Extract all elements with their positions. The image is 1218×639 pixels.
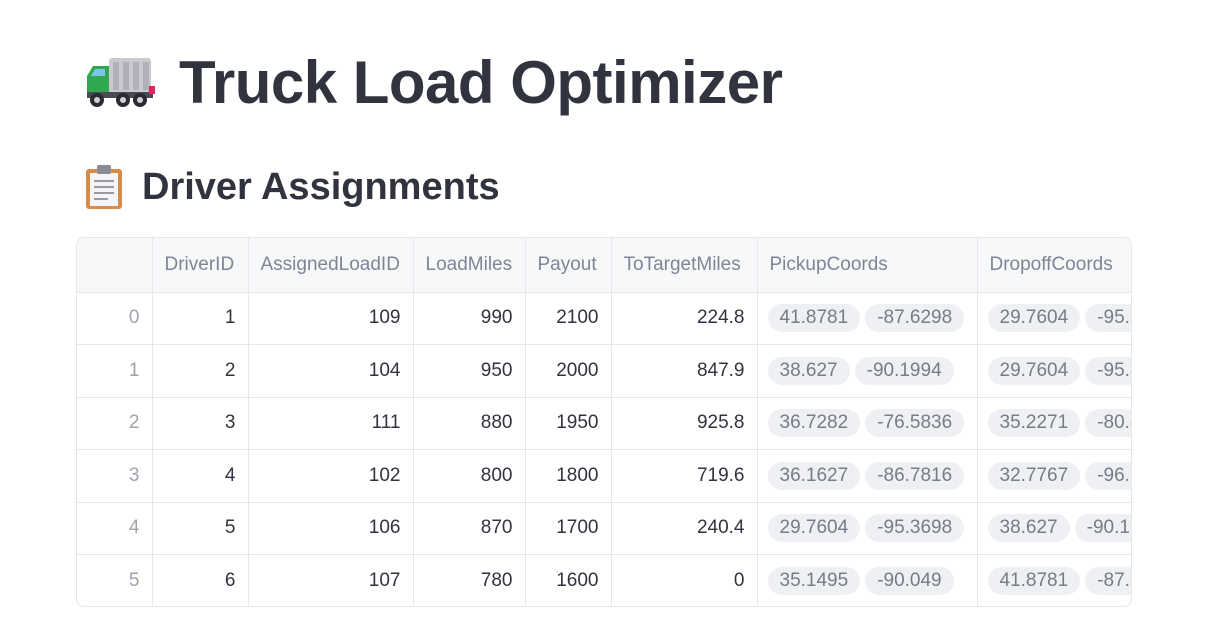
cell-pickupcoords[interactable]: 38.627 -90.1994 bbox=[757, 344, 978, 398]
clipboard-icon bbox=[86, 165, 122, 209]
subtitle-row: Driver Assignments bbox=[84, 162, 500, 212]
coord-chip: -90.049 bbox=[865, 567, 954, 595]
cell-totargetmiles[interactable]: 847.9 bbox=[611, 344, 758, 398]
table-header-row: DriverID AssignedLoadID LoadMiles Payout… bbox=[77, 238, 1131, 293]
cell-dropoffcoords[interactable]: 32.7767-96.797 bbox=[977, 449, 1131, 503]
section-heading: Driver Assignments bbox=[142, 165, 500, 208]
cell-loadmiles[interactable]: 990 bbox=[413, 292, 526, 345]
cell-driverid[interactable]: 1 bbox=[152, 292, 249, 345]
coord-chip: -76.5836 bbox=[865, 409, 965, 438]
delivery-truck-icon bbox=[87, 58, 155, 107]
coord-chip: 38.627 bbox=[767, 356, 850, 385]
cell-totargetmiles[interactable]: 240.4 bbox=[611, 502, 758, 555]
title-row: Truck Load Optimizer bbox=[85, 46, 783, 118]
cell-totargetmiles[interactable]: 719.6 bbox=[611, 449, 758, 503]
cell-payout[interactable]: 2100 bbox=[525, 292, 612, 345]
cell-dropoffcoords[interactable]: 29.7604-95.3698 bbox=[977, 344, 1131, 398]
cell-pickupcoords[interactable]: 35.1495 -90.049 bbox=[757, 554, 978, 606]
column-header-pickupcoords[interactable]: PickupCoords bbox=[757, 238, 978, 293]
coord-chip: -90.1994 bbox=[854, 356, 954, 385]
page-title: Truck Load Optimizer bbox=[179, 48, 783, 116]
cell-loadmiles[interactable]: 880 bbox=[413, 397, 526, 450]
cell-loadmiles[interactable]: 950 bbox=[413, 344, 526, 398]
table-row[interactable]: 0 1 109 990 2100 224.8 41.8781 -87.6298 2… bbox=[77, 292, 1131, 345]
cell-payout[interactable]: 1700 bbox=[525, 502, 612, 555]
cell-pickupcoords[interactable]: 36.1627 -86.7816 bbox=[757, 449, 978, 503]
cell-totargetmiles[interactable]: 0 bbox=[611, 554, 758, 606]
coord-chip: -96.797 bbox=[1085, 461, 1131, 490]
cell-pickupcoords[interactable]: 29.7604 -95.3698 bbox=[757, 502, 978, 555]
coord-chip: 41.8781 bbox=[987, 567, 1081, 595]
cell-assignedloadid[interactable]: 102 bbox=[248, 449, 414, 503]
table-row[interactable]: 2 3 111 880 1950 925.8 36.7282 -76.5836 3… bbox=[77, 397, 1131, 450]
cell-loadmiles[interactable]: 780 bbox=[413, 554, 526, 606]
app-page: Truck Load Optimizer Driver Assignments bbox=[0, 0, 1218, 639]
cell-payout[interactable]: 1600 bbox=[525, 554, 612, 606]
cell-driverid[interactable]: 4 bbox=[152, 449, 249, 503]
data-table[interactable]: DriverID AssignedLoadID LoadMiles Payout… bbox=[76, 237, 1132, 607]
coord-chip: 41.8781 bbox=[767, 304, 861, 333]
cell-payout[interactable]: 2000 bbox=[525, 344, 612, 398]
coord-chip: -95.3698 bbox=[1085, 356, 1131, 385]
coord-chip: -95.3698 bbox=[1085, 304, 1131, 333]
table-row[interactable]: 4 5 106 870 1700 240.4 29.7604 -95.3698 3… bbox=[77, 502, 1131, 555]
coord-chip: 29.7604 bbox=[987, 356, 1081, 385]
coord-chip: -87.6298 bbox=[865, 304, 965, 333]
cell-assignedloadid[interactable]: 106 bbox=[248, 502, 414, 555]
coord-chip: -95.3698 bbox=[865, 514, 965, 543]
row-index: 2 bbox=[77, 397, 153, 450]
row-index: 0 bbox=[77, 292, 153, 345]
table-row[interactable]: 1 2 104 950 2000 847.9 38.627 -90.1994 29… bbox=[77, 344, 1131, 398]
coord-chip: 38.627 bbox=[987, 514, 1070, 543]
cell-assignedloadid[interactable]: 111 bbox=[248, 397, 414, 450]
coord-chip: 35.2271 bbox=[987, 409, 1081, 438]
column-header-dropoffcoords[interactable]: DropoffCoords bbox=[977, 238, 1131, 293]
column-header-assignedloadid[interactable]: AssignedLoadID bbox=[248, 238, 414, 293]
cell-assignedloadid[interactable]: 109 bbox=[248, 292, 414, 345]
column-header-totargetmiles[interactable]: ToTargetMiles bbox=[611, 238, 758, 293]
coord-chip: 36.7282 bbox=[767, 409, 861, 438]
cell-payout[interactable]: 1800 bbox=[525, 449, 612, 503]
cell-driverid[interactable]: 2 bbox=[152, 344, 249, 398]
coord-chip: 32.7767 bbox=[987, 461, 1081, 490]
coord-chip: -87.6298 bbox=[1085, 567, 1131, 595]
coord-chip: 29.7604 bbox=[767, 514, 861, 543]
coord-chip: -80.8431 bbox=[1085, 409, 1131, 438]
coord-chip: -86.7816 bbox=[865, 461, 965, 490]
column-header-index bbox=[77, 238, 153, 293]
table-row[interactable]: 5 6 107 780 1600 0 35.1495 -90.049 41.878… bbox=[77, 554, 1131, 606]
cell-dropoffcoords[interactable]: 41.8781-87.6298 bbox=[977, 554, 1131, 606]
row-index: 3 bbox=[77, 449, 153, 503]
column-header-driverid[interactable]: DriverID bbox=[152, 238, 249, 293]
coord-chip: 36.1627 bbox=[767, 461, 861, 490]
cell-pickupcoords[interactable]: 41.8781 -87.6298 bbox=[757, 292, 978, 345]
row-index: 4 bbox=[77, 502, 153, 555]
cell-driverid[interactable]: 5 bbox=[152, 502, 249, 555]
cell-payout[interactable]: 1950 bbox=[525, 397, 612, 450]
column-header-loadmiles[interactable]: LoadMiles bbox=[413, 238, 526, 293]
coord-chip: -90.1994 bbox=[1074, 514, 1131, 543]
cell-totargetmiles[interactable]: 925.8 bbox=[611, 397, 758, 450]
column-header-payout[interactable]: Payout bbox=[525, 238, 612, 293]
cell-assignedloadid[interactable]: 107 bbox=[248, 554, 414, 606]
cell-totargetmiles[interactable]: 224.8 bbox=[611, 292, 758, 345]
cell-loadmiles[interactable]: 870 bbox=[413, 502, 526, 555]
coord-chip: 29.7604 bbox=[987, 304, 1081, 333]
cell-driverid[interactable]: 3 bbox=[152, 397, 249, 450]
row-index: 1 bbox=[77, 344, 153, 398]
table-row[interactable]: 3 4 102 800 1800 719.6 36.1627 -86.7816 3… bbox=[77, 449, 1131, 503]
cell-driverid[interactable]: 6 bbox=[152, 554, 249, 606]
cell-dropoffcoords[interactable]: 29.7604-95.3698 bbox=[977, 292, 1131, 345]
coord-chip: 35.1495 bbox=[767, 567, 861, 595]
cell-pickupcoords[interactable]: 36.7282 -76.5836 bbox=[757, 397, 978, 450]
cell-assignedloadid[interactable]: 104 bbox=[248, 344, 414, 398]
cell-loadmiles[interactable]: 800 bbox=[413, 449, 526, 503]
cell-dropoffcoords[interactable]: 35.2271-80.8431 bbox=[977, 397, 1131, 450]
cell-dropoffcoords[interactable]: 38.627-90.1994 bbox=[977, 502, 1131, 555]
row-index: 5 bbox=[77, 554, 153, 606]
